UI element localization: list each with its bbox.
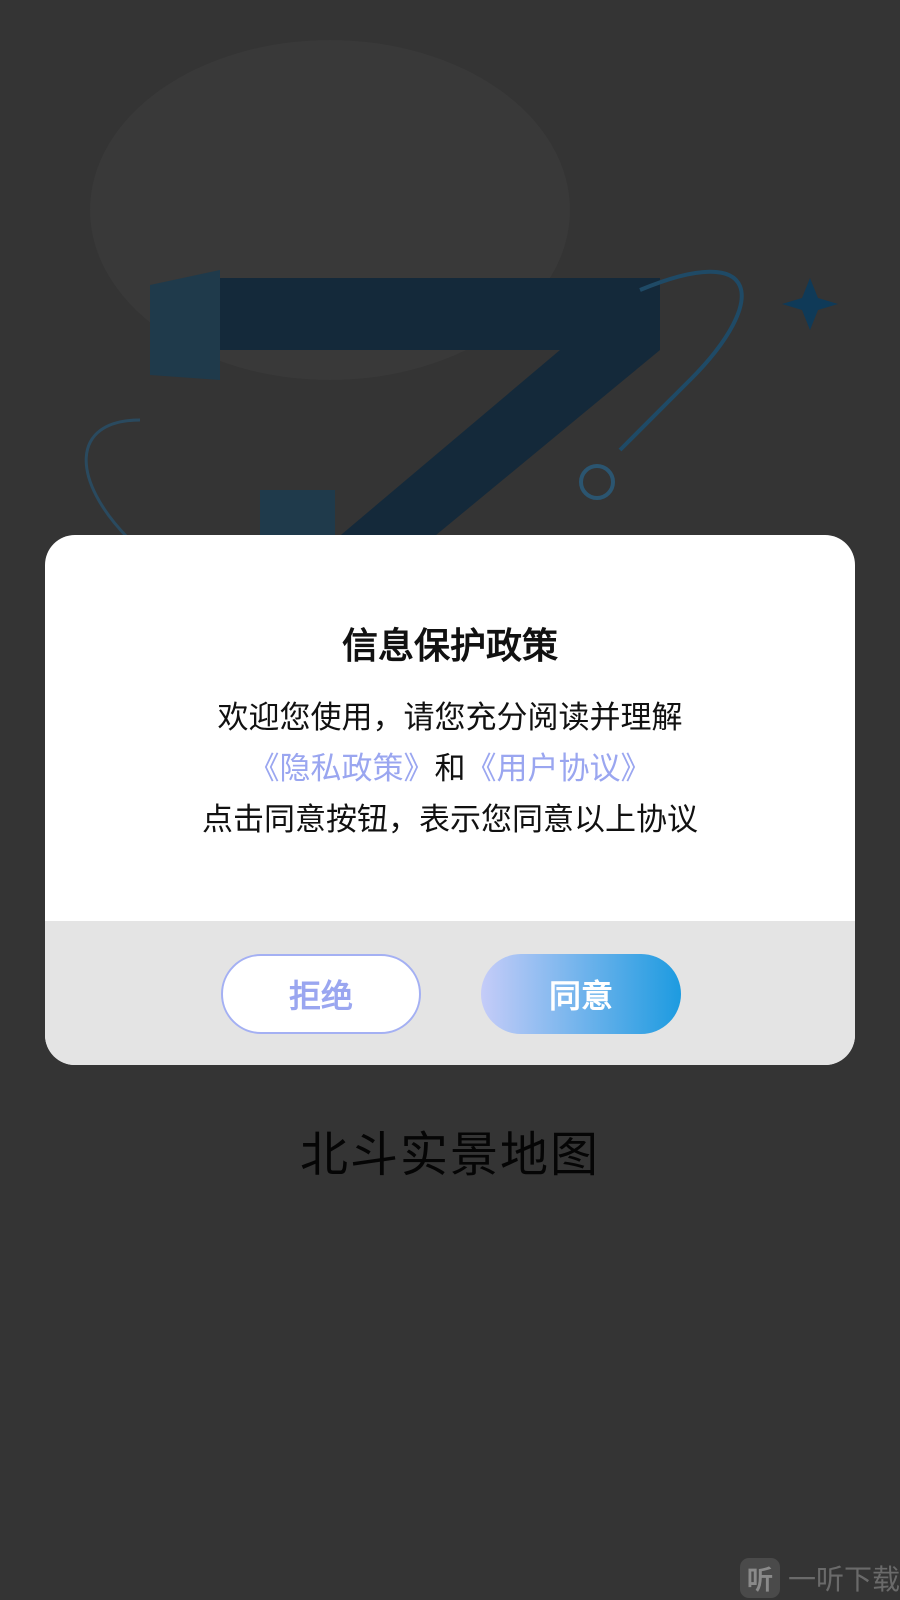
illustration-diagonal [335, 350, 660, 540]
agree-button[interactable]: 同意 [481, 954, 681, 1034]
illustration-block-side [150, 270, 220, 380]
illustration-arc [84, 418, 141, 542]
illustration-base [260, 490, 335, 540]
watermark-text: 一听下载 [787, 1563, 900, 1596]
dialog-footer: 拒绝 同意 [45, 921, 855, 1065]
dialog-title: 信息保护政策 [341, 626, 558, 667]
app-name: 北斗实景地图 [299, 1127, 600, 1183]
illustration-ring [579, 464, 615, 500]
dialog-line-1: 欢迎您使用，请您充分阅读并理解 [217, 700, 683, 736]
watermark: 听 一听下载 [739, 1556, 900, 1600]
reject-button[interactable]: 拒绝 [221, 954, 421, 1034]
user-agreement-link[interactable]: 《用户协议》 [466, 751, 652, 787]
illustration-block-top [220, 278, 660, 350]
privacy-dialog: 信息保护政策 欢迎您使用，请您充分阅读并理解 《隐私政策》和《用户协议》 点击同… [45, 535, 855, 1065]
splash-illustration [84, 40, 838, 542]
conjunction-text: 和 [434, 751, 466, 787]
privacy-policy-link[interactable]: 《隐私政策》 [249, 751, 435, 787]
watermark-logo-icon: 听 [739, 1558, 780, 1598]
dialog-line-3: 点击同意按钮，表示您同意以上协议 [202, 802, 698, 838]
dialog-body: 欢迎您使用，请您充分阅读并理解 《隐私政策》和《用户协议》 点击同意按钮，表示您… [45, 693, 855, 846]
sparkle-icon [782, 278, 838, 330]
dialog-line-2: 《隐私政策》和《用户协议》 [45, 744, 855, 795]
splash-screen: 北斗实景地图 信息保护政策 欢迎您使用，请您充分阅读并理解 《隐私政策》和《用户… [0, 0, 900, 1600]
